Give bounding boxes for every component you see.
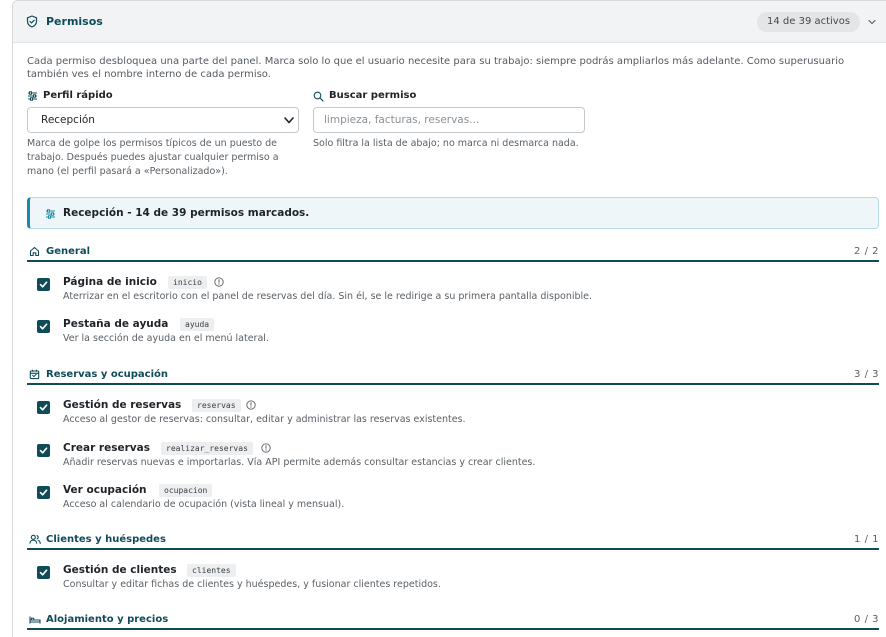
check-icon bbox=[39, 281, 48, 288]
calendar-icon bbox=[29, 369, 40, 380]
chevron-down-icon bbox=[284, 117, 294, 124]
permission-description: Consultar y editar fichas de clientes y … bbox=[63, 579, 441, 590]
profile-status-banner: Recepción - 14 de 39 permisos marcados. bbox=[27, 197, 879, 229]
group-count: 3 / 3 bbox=[854, 369, 879, 380]
shield-check-icon bbox=[26, 15, 38, 28]
check-icon bbox=[39, 447, 48, 454]
check-icon bbox=[39, 489, 48, 496]
profile-status-text: Recepción - 14 de 39 permisos marcados. bbox=[63, 207, 310, 219]
group-clientes-header: Clientes y huéspedes 1 / 1 bbox=[27, 532, 879, 550]
permission-name: Crear reservas bbox=[63, 442, 150, 454]
permission-description: Acceso al gestor de reservas: consultar,… bbox=[63, 414, 466, 425]
group-count: 2 / 2 bbox=[854, 246, 879, 257]
permission-item-reservas: Gestión de reservas reservas Acceso al g… bbox=[37, 398, 877, 430]
panel-title: Permisos bbox=[46, 15, 103, 28]
permission-name: Gestión de clientes bbox=[63, 564, 177, 576]
permission-checkbox[interactable] bbox=[37, 444, 50, 457]
info-icon[interactable] bbox=[261, 443, 271, 453]
permission-item-realizar-reservas: Crear reservas realizar_reservas Añadir … bbox=[37, 441, 877, 473]
check-icon bbox=[39, 404, 48, 411]
permission-code: ayuda bbox=[180, 318, 215, 331]
sliders-icon bbox=[46, 209, 55, 219]
info-icon[interactable] bbox=[214, 277, 224, 287]
users-icon bbox=[29, 534, 41, 545]
group-title: Clientes y huéspedes bbox=[46, 534, 166, 545]
permission-description: Acceso al calendario de ocupación (vista… bbox=[63, 499, 345, 510]
group-title: General bbox=[46, 246, 90, 257]
permission-name: Pestaña de ayuda bbox=[63, 318, 169, 330]
permission-description: Añadir reservas nuevas e importarlas. Ví… bbox=[63, 457, 536, 468]
bed-icon bbox=[29, 616, 41, 624]
permission-checkbox[interactable] bbox=[37, 486, 50, 499]
group-title: Reservas y ocupación bbox=[46, 369, 169, 380]
permission-checkbox[interactable] bbox=[37, 566, 50, 579]
permission-checkbox[interactable] bbox=[37, 278, 50, 291]
home-icon bbox=[29, 246, 40, 257]
permission-checkbox[interactable] bbox=[37, 401, 50, 414]
permission-code: clientes bbox=[187, 564, 236, 577]
permission-code: reservas bbox=[192, 399, 241, 412]
permission-name: Página de inicio bbox=[63, 276, 157, 288]
permission-description: Aterrizar en el escritorio con el panel … bbox=[63, 291, 593, 302]
search-input[interactable] bbox=[313, 107, 585, 133]
search-help: Solo filtra la lista de abajo; no marca … bbox=[313, 138, 579, 149]
quick-profile-help: Marca de golpe los permisos típicos de u… bbox=[27, 138, 279, 177]
quick-profile-select[interactable]: Recepción bbox=[27, 107, 299, 133]
group-alojamiento-header: Alojamiento y precios 0 / 3 bbox=[27, 612, 879, 630]
quick-profile-value: Recepción bbox=[41, 114, 95, 126]
check-icon bbox=[39, 569, 48, 576]
panel-header[interactable]: Permisos 14 de 39 activos bbox=[13, 1, 886, 43]
chevron-down-icon[interactable] bbox=[868, 18, 876, 26]
intro-text: Cada permiso desbloquea una parte del pa… bbox=[27, 56, 845, 80]
active-count-badge: 14 de 39 activos bbox=[757, 12, 861, 32]
group-reservas-header: Reservas y ocupación 3 / 3 bbox=[27, 367, 879, 385]
permission-checkbox[interactable] bbox=[37, 320, 50, 333]
check-icon bbox=[39, 323, 48, 330]
search-icon bbox=[313, 91, 324, 102]
group-count: 0 / 3 bbox=[854, 614, 879, 625]
sliders-icon bbox=[28, 91, 37, 101]
permission-code: realizar_reservas bbox=[161, 442, 253, 455]
permission-name: Ver ocupación bbox=[63, 484, 147, 496]
permission-code: ocupacion bbox=[159, 484, 213, 497]
permission-item-ayuda: Pestaña de ayuda ayuda Ver la sección de… bbox=[37, 317, 877, 349]
permission-item-ocupacion: Ver ocupación ocupacion Acceso al calend… bbox=[37, 483, 877, 515]
permission-item-inicio: Página de inicio inicio Aterrizar en el … bbox=[37, 275, 877, 307]
group-general-header: General 2 / 2 bbox=[27, 244, 879, 262]
group-title: Alojamiento y precios bbox=[46, 614, 169, 625]
info-icon[interactable] bbox=[246, 400, 256, 410]
permissions-panel: Permisos 14 de 39 activos Cada permiso d… bbox=[12, 0, 886, 637]
permission-code: inicio bbox=[168, 276, 207, 289]
permission-name: Gestión de reservas bbox=[63, 399, 182, 411]
permission-description: Ver la sección de ayuda en el menú later… bbox=[63, 333, 269, 344]
permission-item-clientes: Gestión de clientes clientes Consultar y… bbox=[37, 563, 877, 595]
group-count: 1 / 1 bbox=[854, 534, 879, 545]
